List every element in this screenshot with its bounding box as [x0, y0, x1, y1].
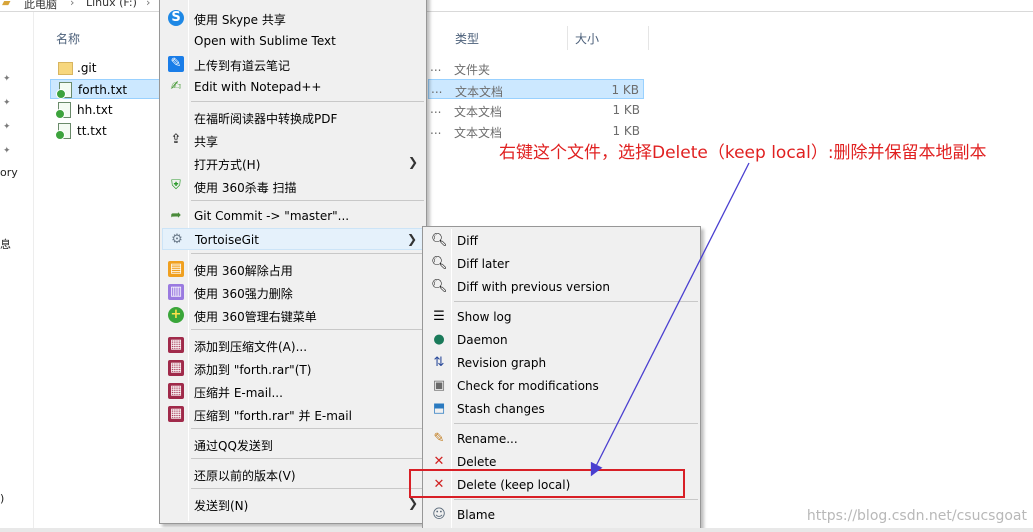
watermark: https://blog.csdn.net/csucsgoat	[806, 508, 1027, 524]
status-bar	[0, 528, 1033, 532]
annotation-arrow	[590, 162, 750, 477]
